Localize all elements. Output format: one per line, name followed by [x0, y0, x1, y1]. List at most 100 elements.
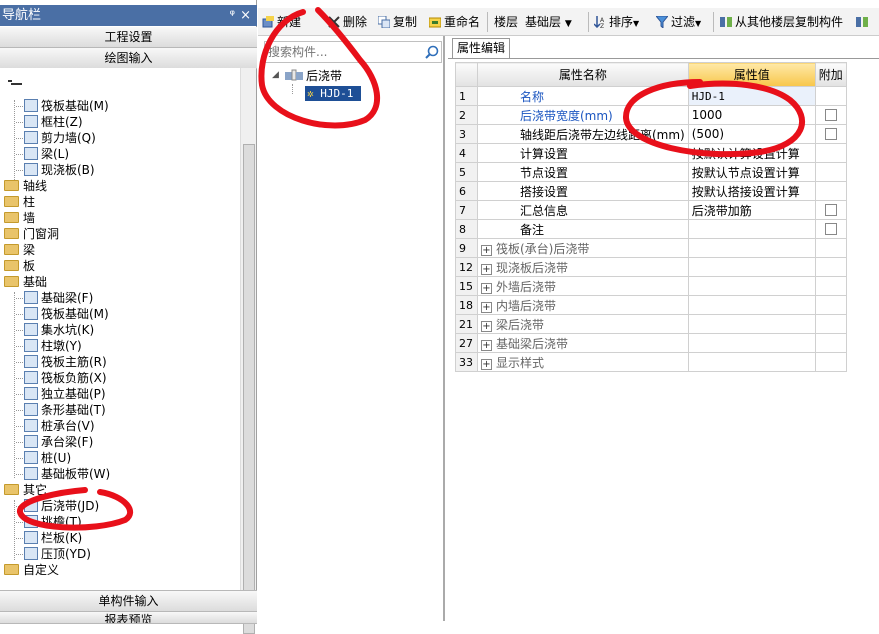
property-row[interactable]: 33 + 显示样式	[455, 352, 847, 372]
tree-item[interactable]: 桩承台(V)	[16, 418, 95, 434]
property-row[interactable]: 1 名称 HJD-1	[455, 86, 847, 106]
property-value[interactable]	[687, 295, 816, 315]
rename-button[interactable]: 重命名	[429, 14, 480, 30]
property-name[interactable]: + 梁后浇带	[477, 314, 689, 334]
property-row[interactable]: 27 + 基础梁后浇带	[455, 333, 847, 353]
property-row[interactable]: 3 轴线距后浇带左边线距离(mm) (500)	[455, 124, 847, 144]
sort-button[interactable]: A Z 排序▼	[594, 14, 639, 30]
tree-item[interactable]: 独立基础(P)	[16, 386, 106, 402]
property-row[interactable]: 6 搭接设置 按默认搭接设置计算	[455, 181, 847, 201]
tree-root-hou-jiao-dai[interactable]: 后浇带	[285, 68, 342, 84]
copy-button[interactable]: 复制	[378, 14, 417, 30]
floor-select[interactable]: 基础层 ▼	[525, 14, 572, 30]
property-row[interactable]: 8 备注	[455, 219, 847, 239]
property-name[interactable]: 汇总信息	[477, 200, 689, 220]
extra-checkbox[interactable]	[824, 128, 837, 140]
tree-folder[interactable]: 梁	[4, 242, 35, 258]
tree-item[interactable]: 框柱(Z)	[16, 114, 83, 130]
report-preview-button[interactable]: 报表预览	[0, 612, 257, 624]
tree-item[interactable]: 基础板带(W)	[16, 466, 110, 482]
column-header-extra[interactable]: 附加	[814, 62, 847, 87]
tree-item[interactable]: 条形基础(T)	[16, 402, 106, 418]
tree-expand-icon[interactable]: ◢	[272, 70, 279, 80]
property-name[interactable]: + 筏板(承台)后浇带	[477, 238, 689, 258]
property-name[interactable]: 计算设置	[477, 143, 689, 163]
expand-icon[interactable]: +	[481, 282, 492, 294]
property-name[interactable]: 搭接设置	[477, 181, 689, 201]
tree-folder[interactable]: 自定义	[4, 562, 59, 578]
tree-item[interactable]: 集水坑(K)	[16, 322, 94, 338]
tree-item[interactable]: 剪力墙(Q)	[16, 130, 96, 146]
tree-item[interactable]: 筏板基础(M)	[16, 98, 109, 114]
tree-item[interactable]: 现浇板(B)	[16, 162, 95, 178]
property-value[interactable]	[687, 333, 816, 353]
property-name[interactable]: 名称	[477, 86, 689, 106]
collapse-icon[interactable]	[8, 80, 22, 86]
expand-icon[interactable]: +	[481, 339, 492, 351]
tree-item[interactable]: 挑檐(T)	[16, 514, 82, 530]
tree-item[interactable]: 桩(U)	[16, 450, 71, 466]
property-row[interactable]: 18 + 内墙后浇带	[455, 295, 847, 315]
vertical-scrollbar[interactable]	[240, 68, 256, 634]
expand-icon[interactable]: +	[481, 301, 492, 313]
tree-item[interactable]: 筏板负筋(X)	[16, 370, 107, 386]
property-row[interactable]: 15 + 外墙后浇带	[455, 276, 847, 296]
property-value[interactable]	[687, 352, 816, 372]
delete-button[interactable]: 删除	[328, 14, 367, 30]
tree-item[interactable]: 压顶(YD)	[16, 546, 91, 562]
single-component-input-button[interactable]: 单构件输入	[0, 590, 257, 612]
property-name[interactable]: + 显示样式	[477, 352, 689, 372]
tree-folder[interactable]: 门窗洞	[4, 226, 59, 242]
tab-property-edit[interactable]: 属性编辑	[452, 38, 510, 58]
column-header-name[interactable]: 属性名称	[477, 62, 689, 87]
pin-icon[interactable]: ᵠ	[230, 5, 235, 26]
project-settings-button[interactable]: 工程设置	[0, 27, 257, 48]
expand-icon[interactable]: +	[481, 320, 492, 332]
extra-checkbox[interactable]	[824, 109, 837, 121]
tree-item[interactable]: 柱墩(Y)	[16, 338, 82, 354]
search-icon[interactable]	[425, 45, 439, 59]
property-row[interactable]: 4 计算设置 按默认计算设置计算	[455, 143, 847, 163]
property-value[interactable]	[687, 238, 816, 258]
property-value[interactable]: 按默认节点设置计算	[687, 162, 816, 182]
new-button[interactable]: 新建	[262, 14, 301, 30]
property-row[interactable]: 7 汇总信息 后浇带加筋	[455, 200, 847, 220]
tree-folder[interactable]: 板	[4, 258, 35, 274]
property-row[interactable]: 5 节点设置 按默认节点设置计算	[455, 162, 847, 182]
tree-item[interactable]: 梁(L)	[16, 146, 69, 162]
tree-item[interactable]: 栏板(K)	[16, 530, 82, 546]
property-value[interactable]: 按默认搭接设置计算	[687, 181, 816, 201]
tree-item[interactable]: 后浇带(JD)	[16, 498, 99, 514]
extra-checkbox[interactable]	[824, 204, 837, 216]
property-name[interactable]: 备注	[477, 219, 689, 239]
property-name[interactable]: + 基础梁后浇带	[477, 333, 689, 353]
property-value[interactable]	[687, 257, 816, 277]
close-icon[interactable]: ×	[240, 5, 251, 26]
property-value[interactable]: 按默认计算设置计算	[687, 143, 816, 163]
column-header-value[interactable]: 属性值	[687, 62, 816, 87]
tree-item[interactable]: 基础梁(F)	[16, 290, 93, 306]
tree-item[interactable]: 筏板主筋(R)	[16, 354, 107, 370]
property-value[interactable]	[687, 314, 816, 334]
property-value[interactable]: (500)	[687, 124, 816, 144]
property-name[interactable]: + 外墙后浇带	[477, 276, 689, 296]
tree-folder[interactable]: 柱	[4, 194, 35, 210]
property-name[interactable]: + 内墙后浇带	[477, 295, 689, 315]
tree-folder[interactable]: 其它	[4, 482, 47, 498]
tree-folder[interactable]: 墙	[4, 210, 35, 226]
expand-icon[interactable]: +	[481, 244, 492, 256]
property-value[interactable]	[687, 219, 816, 239]
more-toolbar-icon[interactable]	[856, 14, 871, 30]
search-input[interactable]	[264, 41, 442, 63]
extra-checkbox[interactable]	[824, 223, 837, 235]
tree-folder[interactable]: 基础	[4, 274, 47, 290]
property-name[interactable]: + 现浇板后浇带	[477, 257, 689, 277]
property-row[interactable]: 9 + 筏板(承台)后浇带	[455, 238, 847, 258]
drawing-input-button[interactable]: 绘图输入	[0, 48, 257, 69]
property-name[interactable]: 轴线距后浇带左边线距离(mm)	[477, 124, 689, 144]
tree-item[interactable]: 筏板基础(M)	[16, 306, 109, 322]
property-value[interactable]: 1000	[687, 105, 816, 125]
property-row[interactable]: 12 + 现浇板后浇带	[455, 257, 847, 277]
expand-icon[interactable]: +	[481, 263, 492, 275]
tree-folder[interactable]: 轴线	[4, 178, 47, 194]
